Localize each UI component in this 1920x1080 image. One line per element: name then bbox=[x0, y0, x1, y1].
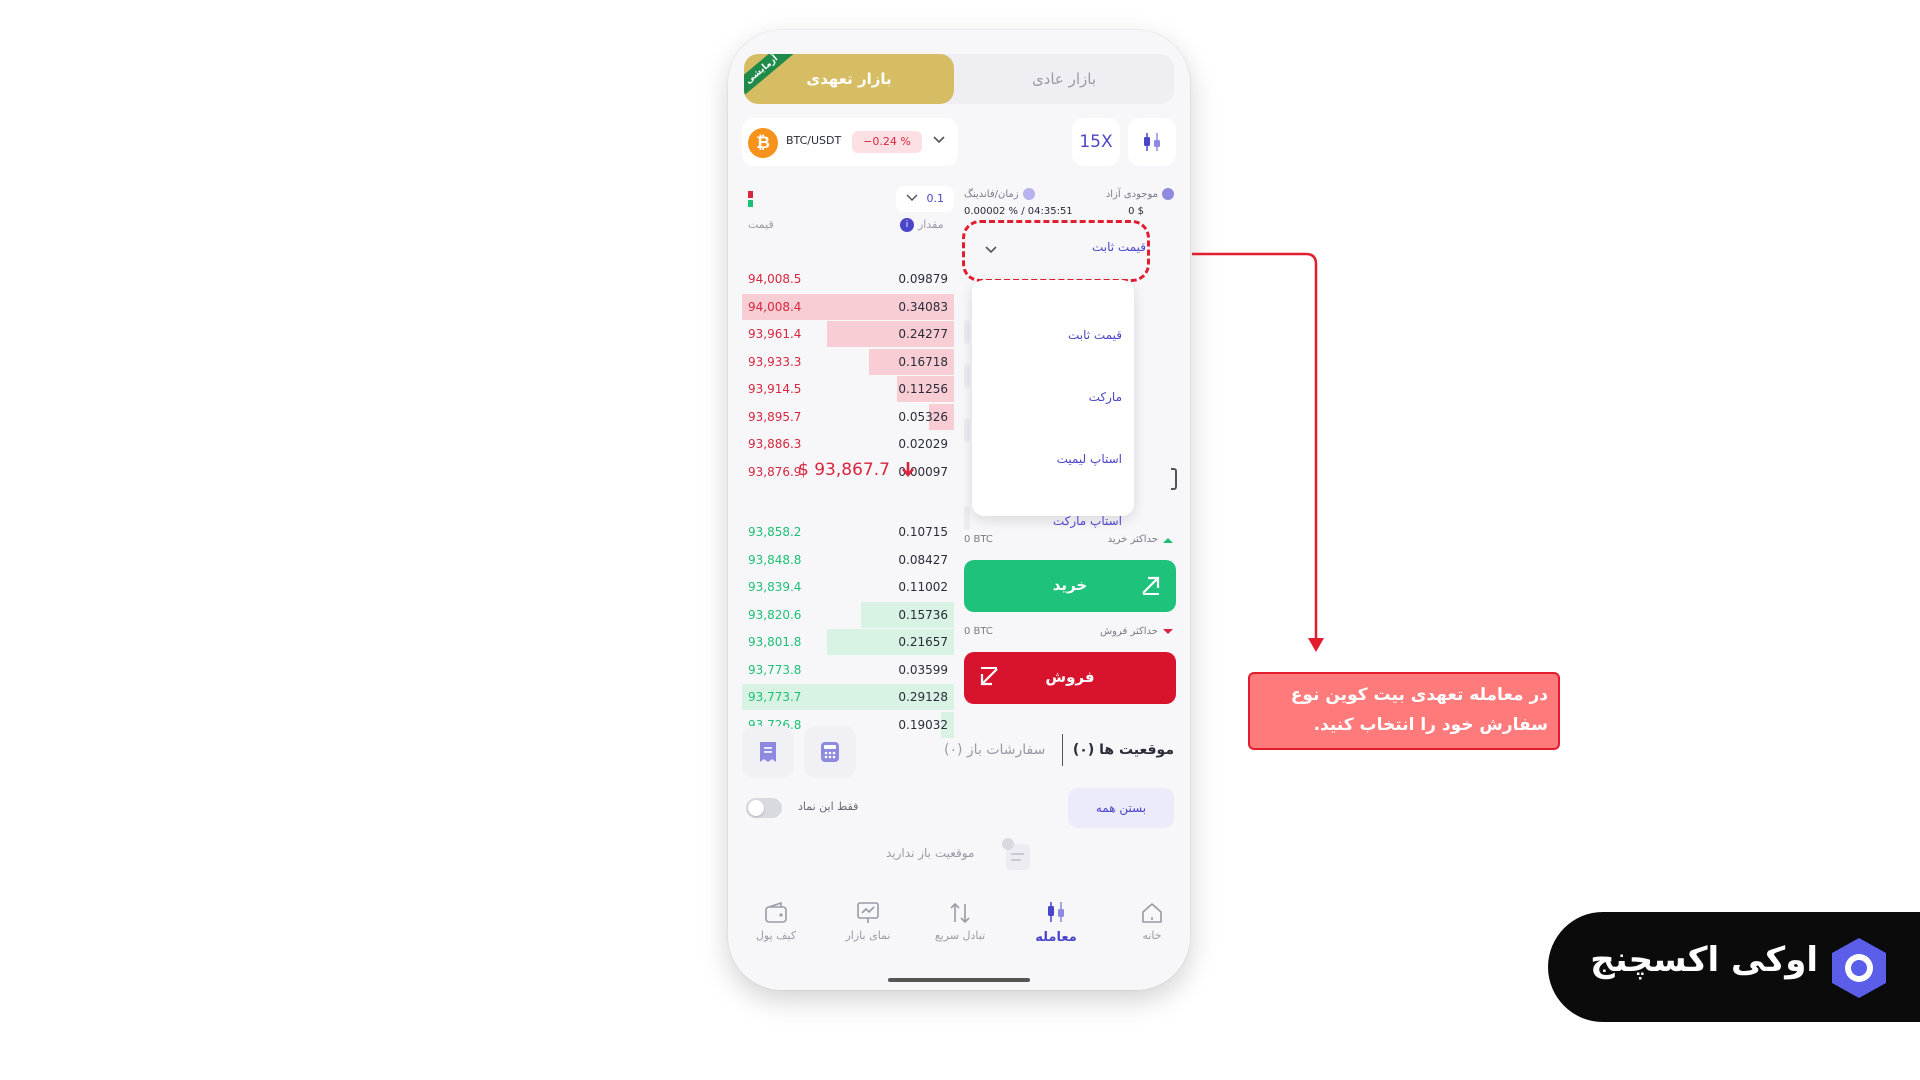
annotation-callout: در معامله تعهدی بیت کوین نوع سفارش خود ر… bbox=[1248, 672, 1560, 750]
brand-banner: اوکی اکسچنج bbox=[1548, 912, 1920, 1022]
brand-name: اوکی اکسچنج bbox=[1590, 940, 1818, 980]
annotation-line-2: سفارش خود را انتخاب کنید. bbox=[1313, 715, 1548, 735]
okex-logo-icon bbox=[1832, 938, 1886, 998]
annotation-line-1: در معامله تعهدی بیت کوین نوع bbox=[1290, 685, 1548, 705]
